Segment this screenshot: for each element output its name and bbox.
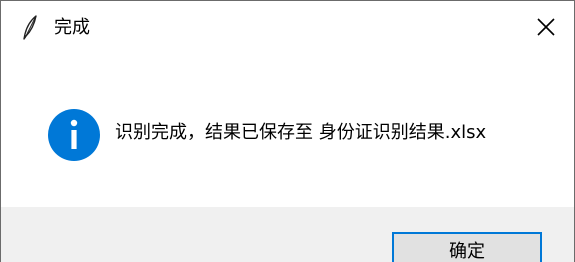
close-icon bbox=[536, 17, 556, 41]
close-button[interactable] bbox=[518, 1, 574, 57]
message-text: 识别完成，结果已保存至 身份证识别结果.xlsx bbox=[115, 122, 487, 143]
info-icon bbox=[48, 109, 100, 161]
feather-icon bbox=[21, 14, 39, 42]
title-bar[interactable]: 完成 bbox=[1, 1, 574, 57]
dialog-footer: 确定 bbox=[1, 207, 574, 262]
ok-button[interactable]: 确定 bbox=[392, 232, 542, 262]
window-title: 完成 bbox=[54, 17, 90, 38]
message-dialog: 完成 识别完成，结果已保存至 身份证识别结果.xlsx 确定 bbox=[0, 0, 575, 262]
dialog-content: 识别完成，结果已保存至 身份证识别结果.xlsx bbox=[1, 57, 574, 207]
